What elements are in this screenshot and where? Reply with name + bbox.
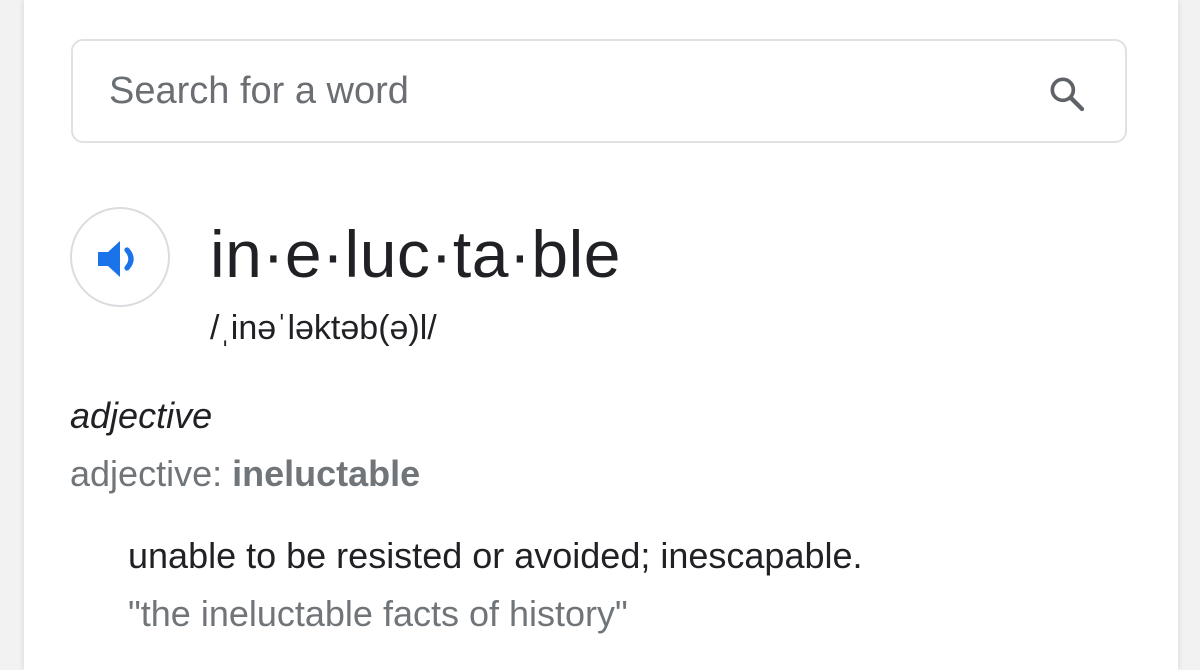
part-of-speech-line: adjective: ineluctable <box>70 450 420 498</box>
example-sentence: "the ineluctable facts of history" <box>128 593 628 634</box>
search-box[interactable] <box>71 39 1127 143</box>
dictionary-card: in·e·luc·ta·ble /ˌinəˈləktəb(ə)l/ adject… <box>24 0 1178 670</box>
pronunciation-text: /ˌinəˈləktəb(ə)l/ <box>210 309 437 347</box>
part-of-speech-heading: adjective <box>70 395 213 436</box>
pos-label: adjective: <box>70 453 233 494</box>
pronunciation-audio-button[interactable] <box>70 207 170 307</box>
definition-text: unable to be resisted or avoided; inesca… <box>128 535 863 576</box>
search-icon[interactable] <box>1047 74 1087 114</box>
pos-word: ineluctable <box>232 453 421 494</box>
headword: in·e·luc·ta·ble <box>210 217 621 291</box>
speaker-icon <box>98 241 134 277</box>
search-input[interactable] <box>109 41 1009 141</box>
